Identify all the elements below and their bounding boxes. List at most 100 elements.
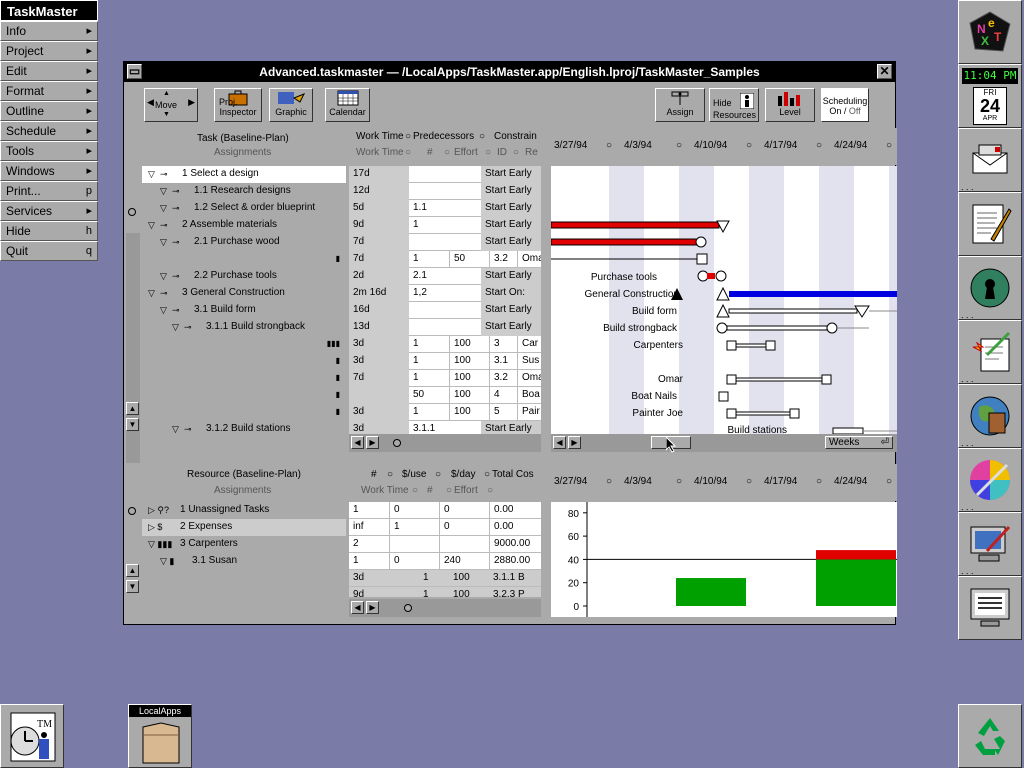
resource-table-row[interactable]: inf 1 0 0.00 (349, 519, 541, 536)
menu-item-edit[interactable]: Edit ▸ (0, 61, 98, 81)
dock-terminal-tools[interactable]: . . . (958, 512, 1022, 576)
total-cost-header[interactable]: Total Cos (492, 469, 534, 480)
window-titlebar[interactable]: ▭ Advanced.taskmaster — /LocalApps/TaskM… (124, 62, 895, 82)
work-time-cell[interactable] (349, 387, 409, 404)
use-cell[interactable] (389, 536, 439, 553)
disclosure-icon[interactable]: ▽ (160, 234, 167, 250)
task-outline-row[interactable]: ▽ ⊸ 3.1.1 Build strongback (142, 319, 346, 336)
count-cell[interactable]: 1 (419, 570, 449, 587)
task-table-row[interactable]: 7d11003.2Oma (349, 370, 541, 387)
task-outline-row[interactable]: ▽ ⊸ 2.1 Purchase wood (142, 234, 346, 251)
task-outline-row[interactable]: ▮ (142, 404, 346, 421)
task-outline-row[interactable]: ▽ ⊸ 1 Select a design (142, 166, 346, 183)
task-table-row[interactable]: 5d 1.1 Start Early (349, 200, 541, 217)
assignment-row[interactable]: 3d 1 100 3.1.1 B (349, 570, 541, 587)
milestone-icon[interactable] (716, 303, 730, 318)
scroll-knob[interactable] (404, 604, 412, 612)
work-time-cell[interactable]: 2m 16d (349, 285, 409, 302)
work-time-cell[interactable]: 13d (349, 319, 409, 336)
disclosure-icon[interactable]: ▽ (160, 200, 167, 216)
gantt-bar[interactable] (707, 273, 715, 279)
effort-cell[interactable]: 50 (449, 251, 489, 268)
task-outline-row[interactable]: ▽ ⊸ 3.1 Build form (142, 302, 346, 319)
resource-cell[interactable]: Pair (517, 404, 541, 421)
predecessors-cell[interactable] (409, 183, 481, 200)
work-time-cell[interactable]: 9d (349, 587, 419, 597)
disclosure-icon[interactable]: ▽ (160, 268, 167, 284)
task-table-row[interactable]: 2m 16d 1,2 Start On: (349, 285, 541, 302)
id-cell[interactable]: 5 (489, 404, 517, 421)
task-outline-row[interactable]: ▽ ⊸ 1.1 Research designs (142, 183, 346, 200)
resource-cell[interactable]: Sus (517, 353, 541, 370)
hash-header[interactable]: # (371, 469, 377, 480)
use-cell[interactable]: 1 (389, 519, 439, 536)
id-cell[interactable]: 3.2 (489, 251, 517, 268)
scroll-up-icon[interactable]: ▲ (126, 402, 139, 415)
calendar-button[interactable]: Calendar (325, 88, 370, 122)
resource-row[interactable]: ▷ $ 2 Expenses (142, 519, 346, 536)
constraint-cell[interactable]: Start Early (481, 200, 541, 217)
count-cell[interactable]: 1 (409, 353, 449, 370)
disclosure-icon[interactable]: ▽ (160, 302, 167, 318)
taskmaster-app-icon[interactable]: TM (0, 704, 64, 768)
gantt-bar[interactable] (735, 377, 823, 382)
gantt-box[interactable] (789, 408, 800, 419)
count-cell[interactable]: 1 (419, 587, 449, 597)
gantt-bar[interactable] (729, 291, 897, 297)
scroll-up-icon[interactable]: ▲ (126, 564, 139, 577)
task-table-row[interactable]: 3d 3.1.1 Start Early (349, 421, 541, 434)
radio-icon[interactable] (128, 507, 136, 515)
radio-icon[interactable] (128, 208, 136, 216)
count-cell[interactable]: 1 (349, 502, 389, 519)
total-cost-cell[interactable]: 9000.00 (489, 536, 541, 553)
dock-mach-monitor[interactable] (958, 576, 1022, 640)
count-cell[interactable]: 1 (349, 553, 389, 570)
dock-keyhole-globe[interactable]: . . . (958, 256, 1022, 320)
use-cell[interactable]: 0 (389, 553, 439, 570)
move-right-icon[interactable]: ▶ (188, 97, 195, 108)
resource-row[interactable]: ▽ ▮▮▮ 3 Carpenters (142, 536, 346, 553)
task-table-row[interactable]: 7d Start Early (349, 234, 541, 251)
task-table-row[interactable]: 7d1503.2Oma (349, 251, 541, 268)
resource-cell[interactable]: Oma (517, 251, 541, 268)
task-table-hscroll[interactable]: ◀ ▶ (349, 434, 541, 452)
work-time-cell[interactable]: 3d (349, 336, 409, 353)
task-outline-row[interactable]: ▮ (142, 353, 346, 370)
disclosure-icon[interactable]: ▽ (160, 183, 167, 199)
work-time-cell[interactable]: 3d (349, 404, 409, 421)
gantt-box[interactable] (718, 391, 729, 402)
id-cell[interactable]: 3.2 (489, 370, 517, 387)
work-time-cell[interactable]: 2d (349, 268, 409, 285)
milestone-icon[interactable] (826, 322, 838, 334)
task-table-row[interactable]: 13d Start Early (349, 319, 541, 336)
proj-inspector-button[interactable]: Proj. Inspector (214, 88, 262, 122)
menu-item-format[interactable]: Format ▸ (0, 81, 98, 101)
task-outline-row[interactable]: ▽ ⊸ 1.2 Select & order blueprint (142, 200, 346, 217)
gantt-box[interactable] (726, 408, 737, 419)
count-cell[interactable]: inf (349, 519, 389, 536)
id-cell[interactable]: 3.1 (489, 353, 517, 370)
dock-next-logo[interactable]: NeXT (958, 0, 1022, 64)
work-time-cell[interactable]: 16d (349, 302, 409, 319)
radio-icon[interactable]: ○ (606, 140, 612, 151)
effort-cell[interactable]: 100 (449, 587, 489, 597)
day-header[interactable]: $/day (451, 469, 475, 480)
id-cell[interactable]: 3.1.1 B (489, 570, 541, 587)
gantt-box[interactable] (726, 340, 737, 351)
milestone-icon[interactable] (695, 236, 707, 248)
gantt-box[interactable] (765, 340, 776, 351)
scheduling-toggle[interactable]: Scheduling On / Off (821, 88, 869, 122)
count-cell[interactable]: 1 (409, 370, 449, 387)
scroll-right-icon[interactable]: ▶ (366, 601, 379, 614)
work-time-cell[interactable]: 5d (349, 200, 409, 217)
predecessors-cell[interactable] (409, 319, 481, 336)
constraint-cell[interactable]: Start Early (481, 319, 541, 336)
task-table-row[interactable]: 50 100 4 Boa (349, 387, 541, 404)
gantt-hscroll[interactable]: ◀ ▶ Weeks ⏎ (551, 434, 897, 452)
task-outline-row[interactable]: ▮▮▮ (142, 336, 346, 353)
resource-cell[interactable]: Car (517, 336, 541, 353)
disclosure-icon[interactable]: ▽ (148, 166, 155, 182)
task-outline-row[interactable]: ▽ ⊸ 3 General Construction (142, 285, 346, 302)
predecessors-header[interactable]: Predecessors (413, 131, 474, 142)
task-table-row[interactable]: 2d 2.1 Start Early (349, 268, 541, 285)
